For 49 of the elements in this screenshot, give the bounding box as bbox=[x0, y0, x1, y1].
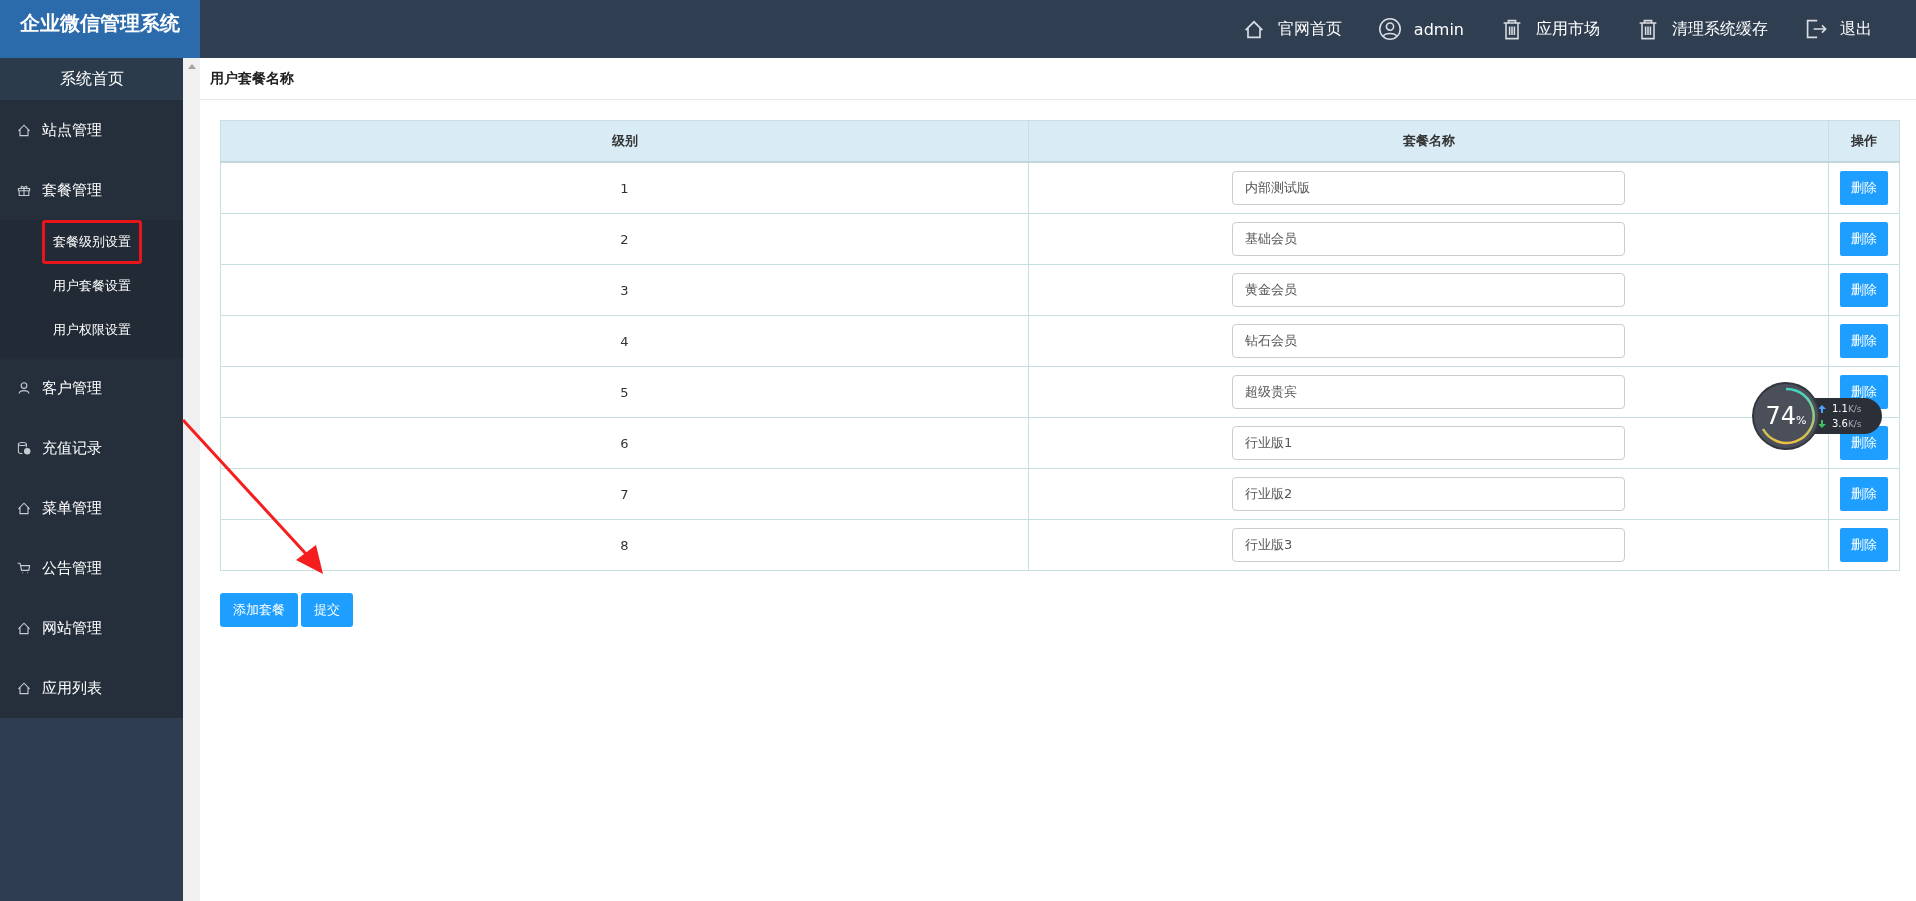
sidebar-item[interactable]: 菜单管理 bbox=[0, 478, 183, 538]
level-cell: 6 bbox=[220, 417, 1029, 469]
download-speed: 3.6K/s bbox=[1832, 418, 1862, 429]
header-nav-link[interactable]: admin bbox=[1377, 17, 1464, 41]
scroll-up-arrow-icon[interactable] bbox=[187, 64, 196, 69]
sidebar-subitem[interactable]: 套餐级别设置 bbox=[41, 220, 142, 264]
home-icon bbox=[16, 122, 32, 138]
package-name-field[interactable]: 黄金会员 bbox=[1232, 273, 1625, 307]
level-cell: 4 bbox=[220, 315, 1029, 367]
level-cell: 1 bbox=[220, 162, 1029, 214]
cart-icon bbox=[16, 560, 32, 576]
download-arrow-icon bbox=[1818, 419, 1826, 428]
package-name-field[interactable]: 超级贵宾 bbox=[1232, 375, 1625, 409]
package-name-field[interactable]: 基础会员 bbox=[1232, 222, 1625, 256]
level-cell: 2 bbox=[220, 213, 1029, 265]
sidebar-subitem[interactable]: 用户套餐设置 bbox=[41, 264, 142, 308]
sidebar-item[interactable]: 网站管理 bbox=[0, 598, 183, 658]
sidebar-item[interactable]: 应用列表 bbox=[0, 658, 183, 718]
home-icon bbox=[16, 680, 32, 696]
home-icon bbox=[16, 620, 32, 636]
header-nav-link[interactable]: 退出 bbox=[1804, 17, 1872, 41]
user-icon bbox=[16, 380, 32, 396]
column-header: 套餐名称 bbox=[1028, 120, 1829, 162]
system-title: 企业微信管理系统 bbox=[0, 0, 200, 58]
package-name-field[interactable]: 行业版1 bbox=[1232, 426, 1625, 460]
package-name-field[interactable]: 行业版3 bbox=[1232, 528, 1625, 562]
package-name-field[interactable]: 内部测试版 bbox=[1232, 171, 1625, 205]
package-name-field[interactable]: 行业版2 bbox=[1232, 477, 1625, 511]
sidebar-item[interactable]: 站点管理 bbox=[0, 100, 183, 160]
page-title: 用户套餐名称 bbox=[200, 58, 1916, 100]
sidebar-item[interactable]: 客户管理 bbox=[0, 358, 183, 418]
user-icon bbox=[1377, 17, 1402, 41]
upload-arrow-icon bbox=[1818, 404, 1826, 413]
package-name-field[interactable]: 钻石会员 bbox=[1232, 324, 1625, 358]
coins-icon bbox=[16, 440, 32, 456]
sidebar-subitem[interactable]: 用户权限设置 bbox=[41, 308, 142, 352]
sidebar-item[interactable]: 充值记录 bbox=[0, 418, 183, 478]
level-cell: 7 bbox=[220, 468, 1029, 520]
header-nav-link[interactable]: 官网首页 bbox=[1241, 17, 1342, 41]
column-header: 级别 bbox=[220, 120, 1029, 162]
sidebar-item[interactable]: 公告管理 bbox=[0, 538, 183, 598]
level-cell: 5 bbox=[220, 366, 1029, 418]
column-header: 操作 bbox=[1828, 120, 1900, 162]
home-icon bbox=[16, 500, 32, 516]
logout-icon bbox=[1804, 17, 1828, 41]
sidebar-item[interactable]: 套餐管理 bbox=[0, 160, 183, 220]
header-nav-link[interactable]: 清理系统缓存 bbox=[1636, 17, 1768, 41]
header-nav-link[interactable]: 应用市场 bbox=[1500, 17, 1600, 41]
level-cell: 3 bbox=[220, 264, 1029, 316]
